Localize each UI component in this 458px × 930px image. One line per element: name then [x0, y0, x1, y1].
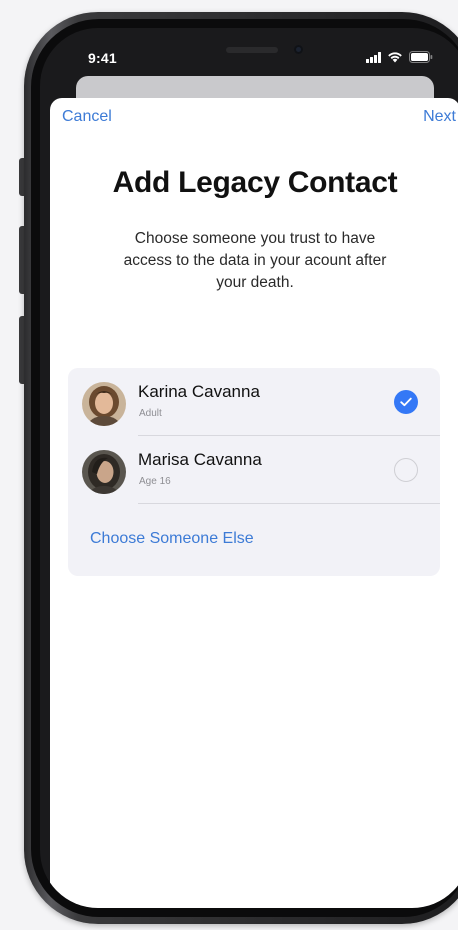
phone-screen: 9:41 Cancel Next Add Legacy Contact Choo… [40, 28, 458, 908]
contact-name: Marisa Cavanna [138, 450, 262, 469]
avatar [82, 382, 126, 426]
checkmark-selected-icon[interactable] [394, 390, 418, 414]
next-button[interactable]: Next [423, 108, 456, 126]
contact-row-karina[interactable]: Karina Cavanna Adult [68, 368, 440, 436]
phone-mockup: 9:41 Cancel Next Add Legacy Contact Choo… [0, 0, 458, 930]
page-title: Add Legacy Contact [112, 166, 398, 199]
add-legacy-contact-sheet: Cancel Next Add Legacy Contact Choose so… [50, 98, 458, 908]
status-icons [366, 50, 433, 64]
contact-detail: Adult [139, 408, 162, 419]
avatar [82, 450, 126, 494]
battery-icon [408, 51, 433, 63]
wifi-icon [387, 51, 403, 63]
signal-bars-icon [366, 51, 381, 63]
contact-row-marisa[interactable]: Marisa Cavanna Age 16 [68, 436, 440, 504]
cancel-button[interactable]: Cancel [62, 108, 112, 126]
row-divider [138, 503, 440, 504]
choose-someone-else-link[interactable]: Choose Someone Else [90, 530, 254, 548]
contact-list: Karina Cavanna Adult Marisa Cavanna Age … [68, 368, 440, 576]
contact-detail: Age 16 [139, 476, 171, 487]
page-subtitle: Choose someone you trust to have access … [123, 230, 387, 291]
front-camera [294, 45, 303, 54]
contact-name: Karina Cavanna [138, 382, 260, 401]
radio-unselected-icon[interactable] [394, 458, 418, 482]
status-time: 9:41 [88, 50, 117, 66]
earpiece-speaker [226, 47, 278, 53]
